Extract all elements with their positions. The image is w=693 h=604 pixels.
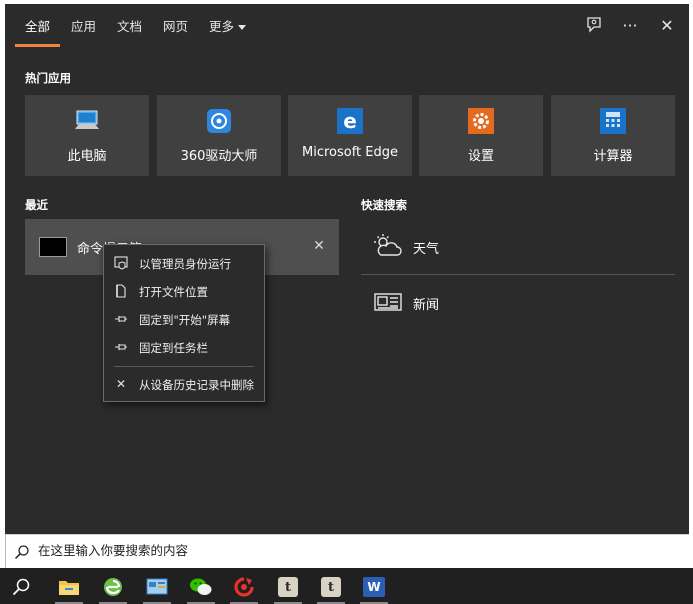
start-search-panel: 全部 应用 文档 网页 更多 ··· ✕ 热门应用 此电脑 360驱动大师 e …	[5, 4, 689, 534]
app-tile-calculator[interactable]: 计算器	[551, 95, 675, 176]
search-bar	[5, 534, 689, 568]
360-driver-icon	[206, 108, 232, 134]
chevron-down-icon	[238, 25, 247, 30]
context-menu: 以管理员身份运行 打开文件位置 固定到"开始"屏幕 固定到任务栏 ✕ 从设备历史…	[103, 244, 265, 402]
recent-title: 最近	[25, 198, 48, 212]
news-icon	[373, 289, 403, 315]
app-tile-label: 设置	[467, 149, 494, 164]
tumblr-glyph: t	[321, 577, 341, 597]
menu-item-label: 固定到任务栏	[139, 341, 208, 355]
tab-apps[interactable]: 应用	[71, 16, 96, 35]
remove-recent-button[interactable]: ✕	[309, 236, 329, 256]
app-tile-360-driver[interactable]: 360驱动大师	[157, 95, 281, 176]
menu-item-label: 从设备历史记录中删除	[139, 378, 254, 392]
menu-item-label: 固定到"开始"屏幕	[139, 313, 231, 327]
quick-search-weather[interactable]: 天气	[361, 222, 675, 272]
quick-search-title: 快速搜索	[361, 198, 407, 212]
svg-text:e: e	[343, 109, 357, 133]
app-tile-label: 360驱动大师	[180, 149, 258, 164]
app-tile-edge[interactable]: e Microsoft Edge	[288, 95, 412, 176]
this-pc-icon	[74, 108, 100, 134]
360-browser-icon[interactable]	[226, 572, 262, 604]
weather-icon	[373, 233, 403, 259]
pin-icon	[114, 340, 128, 354]
ie-browser-icon[interactable]	[95, 572, 131, 604]
tumblr-glyph: t	[278, 577, 298, 597]
search-input[interactable]	[38, 543, 638, 558]
settings-gear-icon	[468, 108, 494, 134]
menu-item-label: 以管理员身份运行	[139, 257, 231, 271]
top-apps-title: 热门应用	[25, 71, 71, 85]
run-as-admin-icon	[114, 256, 128, 270]
menu-item-open-file-location[interactable]: 打开文件位置	[104, 279, 264, 305]
menu-separator	[114, 366, 254, 367]
taskbar-search-icon[interactable]	[10, 576, 32, 598]
search-icon	[14, 545, 29, 560]
quick-search-divider	[361, 274, 675, 275]
tab-more-label: 更多	[209, 19, 235, 34]
quick-search-label: 天气	[413, 242, 440, 257]
file-explorer-icon[interactable]	[51, 572, 87, 604]
app-tile-label: 计算器	[593, 149, 633, 164]
app-tile-settings[interactable]: 设置	[419, 95, 543, 176]
menu-item-run-as-admin[interactable]: 以管理员身份运行	[104, 251, 264, 277]
more-options-icon[interactable]: ···	[619, 14, 641, 36]
word-icon[interactable]: W	[356, 572, 392, 604]
tumblr-icon[interactable]: t	[270, 572, 306, 604]
menu-item-pin-to-taskbar[interactable]: 固定到任务栏	[104, 335, 264, 361]
word-glyph: W	[363, 577, 385, 597]
menu-item-remove-from-history[interactable]: ✕ 从设备历史记录中删除	[104, 372, 264, 398]
calculator-icon	[600, 108, 626, 134]
tab-documents[interactable]: 文档	[117, 16, 142, 35]
open-file-location-icon	[114, 284, 128, 298]
wechat-icon[interactable]	[183, 572, 219, 604]
app-tile-label: Microsoft Edge	[301, 145, 398, 160]
tab-more[interactable]: 更多	[209, 16, 247, 35]
tab-all[interactable]: 全部	[25, 16, 50, 35]
tumblr-icon[interactable]: t	[313, 572, 349, 604]
tab-bar: 全部 应用 文档 网页 更多 ··· ✕	[5, 4, 689, 48]
quick-search-label: 新闻	[413, 298, 440, 313]
close-icon: ✕	[115, 377, 127, 391]
control-panel-icon[interactable]	[139, 572, 175, 604]
menu-item-pin-to-start[interactable]: 固定到"开始"屏幕	[104, 307, 264, 333]
feedback-icon[interactable]	[583, 14, 605, 36]
active-tab-indicator	[15, 44, 60, 47]
pin-icon	[114, 312, 128, 326]
quick-search-news[interactable]: 新闻	[361, 278, 675, 328]
menu-item-label: 打开文件位置	[139, 285, 208, 299]
taskbar: t t W	[0, 568, 693, 604]
close-icon[interactable]: ✕	[656, 14, 678, 36]
command-prompt-icon	[39, 237, 67, 257]
edge-icon: e	[337, 108, 363, 134]
app-tile-this-pc[interactable]: 此电脑	[25, 95, 149, 176]
app-tile-label: 此电脑	[67, 149, 107, 164]
tab-web[interactable]: 网页	[163, 16, 188, 35]
